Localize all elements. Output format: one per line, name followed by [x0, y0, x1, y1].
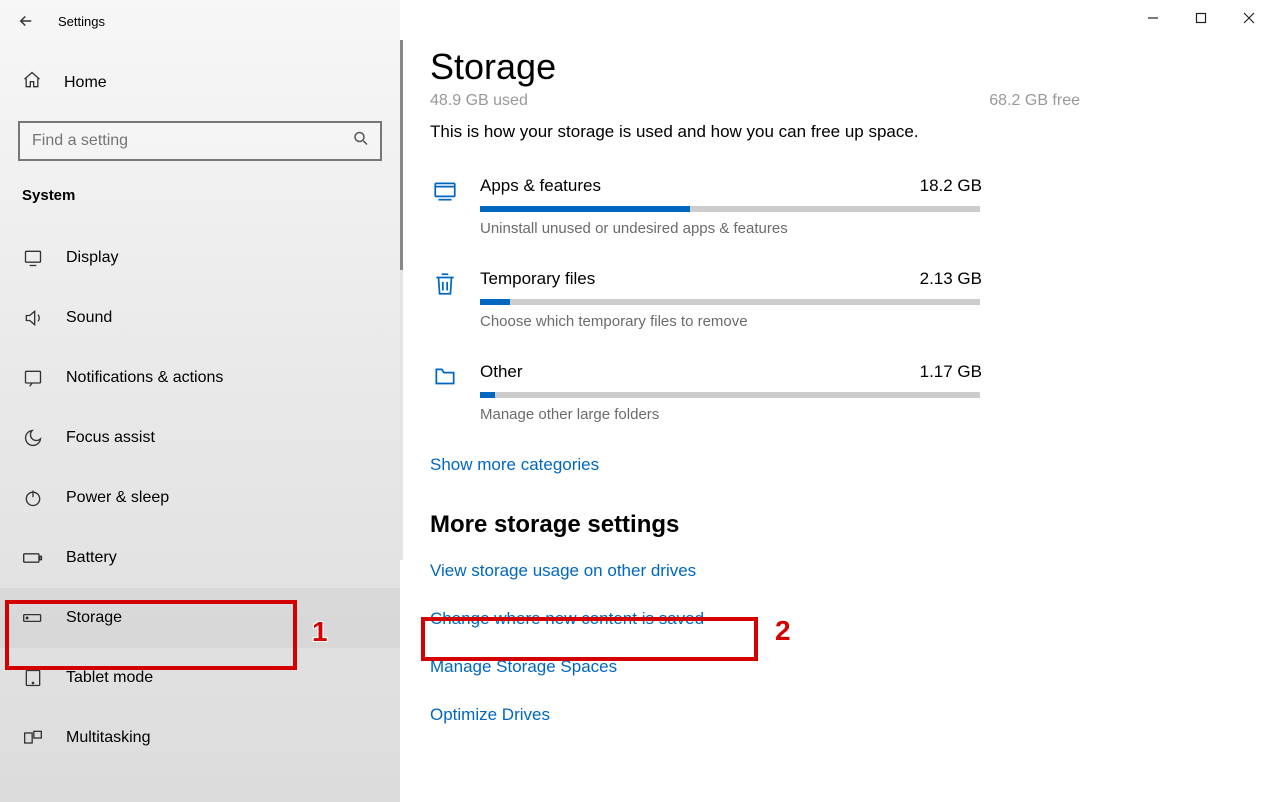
usage-bar [480, 206, 980, 212]
window-title: Settings [58, 14, 105, 29]
category-sub: Manage other large folders [480, 406, 982, 423]
display-icon [22, 248, 44, 268]
section-label: System [0, 161, 400, 214]
link-optimize-drives[interactable]: Optimize Drives [430, 705, 550, 725]
nav-home[interactable]: Home [0, 58, 400, 107]
nav-list: Display Sound Notifications & actions Fo… [0, 228, 400, 768]
nav-label: Storage [66, 609, 122, 627]
link-view-other-drives[interactable]: View storage usage on other drives [430, 561, 696, 581]
nav-item-power-sleep[interactable]: Power & sleep [0, 468, 400, 528]
category-sub: Choose which temporary files to remove [480, 313, 982, 330]
usage-strip: 48.9 GB used 68.2 GB free [430, 92, 1080, 110]
usage-free: 68.2 GB free [989, 92, 1080, 110]
maximize-button[interactable] [1177, 0, 1225, 36]
scrollbar-thumb[interactable] [400, 40, 403, 270]
link-change-save-location[interactable]: Change where new content is saved [430, 609, 704, 629]
category-size: 1.17 GB [920, 362, 982, 382]
usage-bar [480, 299, 980, 305]
category-name: Temporary files [480, 269, 595, 289]
trash-icon [430, 269, 460, 330]
nav-item-tablet-mode[interactable]: Tablet mode [0, 648, 400, 708]
nav-label: Tablet mode [66, 669, 153, 687]
link-show-more-categories[interactable]: Show more categories [430, 455, 599, 475]
category-other[interactable]: Other 1.17 GB Manage other large folders [430, 362, 982, 423]
multitasking-icon [22, 728, 44, 748]
battery-icon [22, 548, 44, 568]
category-name: Other [480, 362, 523, 382]
nav-label: Battery [66, 549, 117, 567]
page-description: This is how your storage is used and how… [430, 122, 1130, 142]
more-links: View storage usage on other drives Chang… [430, 561, 1273, 725]
page-title: Storage [430, 46, 1273, 88]
nav-label: Power & sleep [66, 489, 169, 507]
nav-label: Sound [66, 309, 112, 327]
more-settings-header: More storage settings [430, 511, 1273, 539]
nav-item-notifications[interactable]: Notifications & actions [0, 348, 400, 408]
category-name: Apps & features [480, 176, 601, 196]
search-wrap [18, 121, 382, 161]
nav-item-battery[interactable]: Battery [0, 528, 400, 588]
sound-icon [22, 308, 44, 328]
nav-label: Focus assist [66, 429, 155, 447]
nav-item-focus-assist[interactable]: Focus assist [0, 408, 400, 468]
category-size: 2.13 GB [920, 269, 982, 289]
apps-icon [430, 176, 460, 237]
search-input[interactable] [18, 121, 382, 161]
link-manage-storage-spaces[interactable]: Manage Storage Spaces [430, 657, 617, 677]
folder-icon [430, 362, 460, 423]
notifications-icon [22, 368, 44, 388]
nav-label: Multitasking [66, 729, 150, 747]
moon-icon [22, 428, 44, 448]
nav-home-label: Home [64, 74, 107, 92]
category-apps-features[interactable]: Apps & features 18.2 GB Uninstall unused… [430, 176, 982, 237]
nav-item-sound[interactable]: Sound [0, 288, 400, 348]
nav-label: Display [66, 249, 118, 267]
storage-icon [22, 608, 44, 628]
nav-label: Notifications & actions [66, 369, 223, 387]
category-size: 18.2 GB [920, 176, 982, 196]
tablet-icon [22, 668, 44, 688]
close-button[interactable] [1225, 0, 1273, 36]
usage-used: 48.9 GB used [430, 92, 528, 110]
minimize-button[interactable] [1129, 0, 1177, 36]
category-list: Apps & features 18.2 GB Uninstall unused… [430, 176, 982, 423]
content: Storage 48.9 GB used 68.2 GB free This i… [400, 0, 1273, 802]
usage-bar [480, 392, 980, 398]
back-button[interactable] [16, 11, 36, 31]
home-icon [22, 70, 42, 95]
category-sub: Uninstall unused or undesired apps & fea… [480, 220, 982, 237]
window-controls [1129, 0, 1273, 36]
search-icon [352, 130, 370, 153]
sidebar: Settings Home System Display [0, 0, 400, 802]
nav-item-storage[interactable]: Storage [0, 588, 400, 648]
nav-item-multitasking[interactable]: Multitasking [0, 708, 400, 768]
titlebar: Settings [0, 0, 400, 42]
nav-item-display[interactable]: Display [0, 228, 400, 288]
category-temp-files[interactable]: Temporary files 2.13 GB Choose which tem… [430, 269, 982, 330]
power-icon [22, 488, 44, 508]
